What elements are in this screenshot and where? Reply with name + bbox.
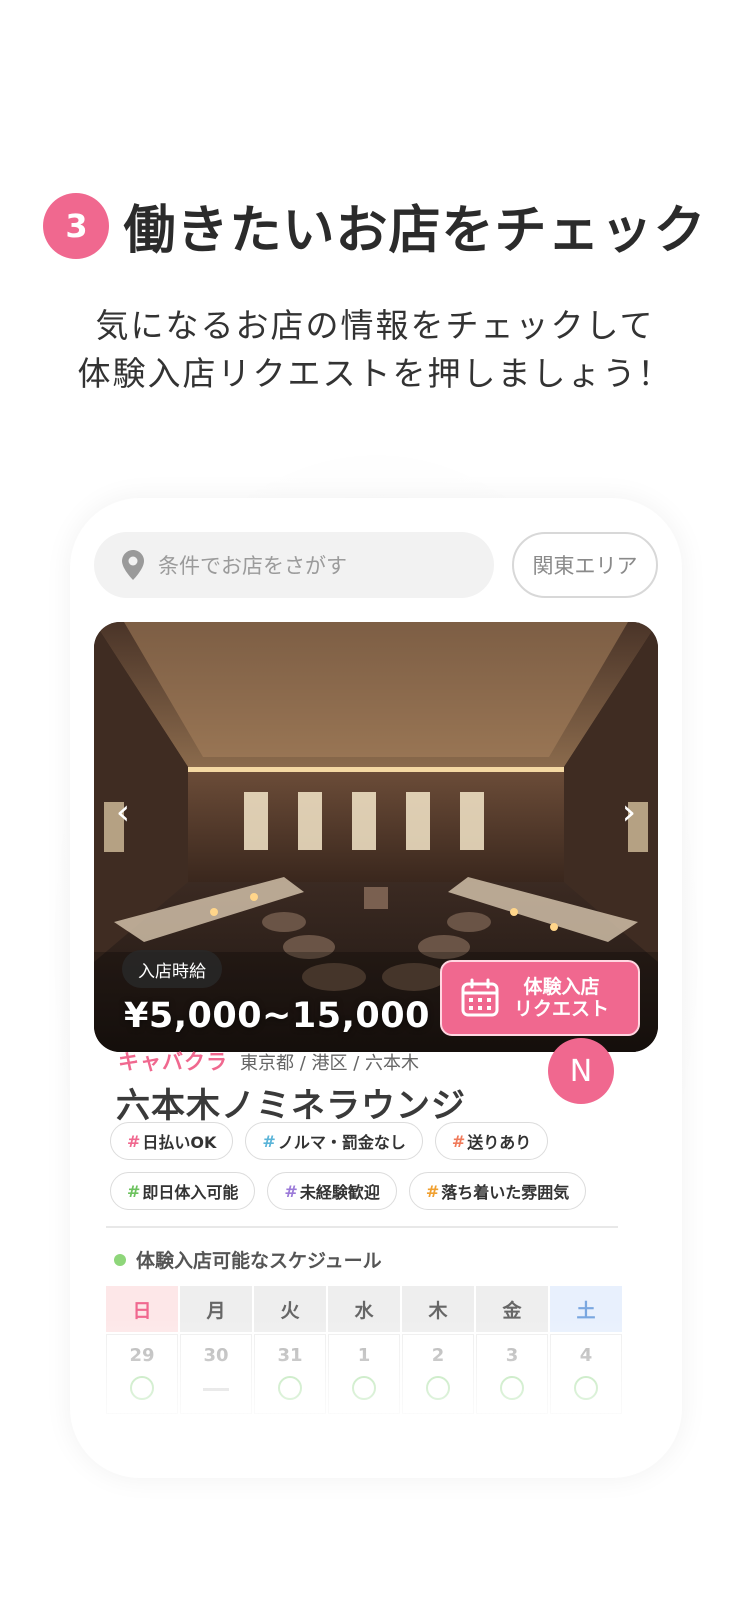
feature-tag[interactable]: # 落ち着いた雰囲気 (408, 1172, 587, 1210)
feature-tag[interactable]: # 即日体入可能 (110, 1172, 256, 1210)
trial-request-line-1: 体験入店 (523, 976, 600, 998)
feature-tag[interactable]: # 未経験歓迎 (267, 1172, 397, 1210)
trial-request-label: 体験入店 リクエスト (514, 976, 609, 1020)
shop-category: キャバクラ (118, 1050, 228, 1074)
hourly-wage-value: ¥5,000~15,000 (124, 996, 430, 1036)
shop-location: 東京都 / 港区 / 六本木 (240, 1053, 420, 1074)
subtitle: 気になるお店の情報をチェックして 体験入店リクエストを押しましょう！ (0, 302, 750, 398)
subtitle-line-2: 体験入店リクエストを押しましょう！ (77, 354, 673, 393)
search-placeholder: 条件でお店をさがす (158, 554, 347, 578)
tag-row-2: # 即日体入可能 # 未経験歓迎 # 落ち着いた雰囲気 (110, 1172, 650, 1210)
feature-tags: # 日払いOK # ノルマ・罰金なし # 送りあり # 即日体入可能 # 未経験歓迎 # 落… (110, 1122, 650, 1222)
subtitle-line-1: 気になるお店の情報をチェックして (95, 306, 655, 345)
heading-title: 働きたいお店をチェック (123, 201, 707, 261)
area-select-button[interactable]: 関東エリア (512, 532, 658, 598)
hourly-wage-label: 入店時給 (122, 950, 222, 988)
heading: 3 働きたいお店をチェック (0, 188, 750, 263)
phone-mockup: 条件でお店をさがす 関東エリア ‹ › 入店時給 ¥5,000~15,000 体… (70, 498, 682, 1478)
chevron-right-icon[interactable]: › (614, 792, 644, 833)
location-pin-icon (122, 550, 144, 580)
schedule-title: 体験入店可能なスケジュール (114, 1246, 382, 1273)
shop-meta: キャバクラ 東京都 / 港区 / 六本木 (118, 1046, 419, 1076)
shop-name: 六本木ノミネラウンジ (116, 1086, 466, 1126)
feature-tag[interactable]: # 日払いOK (110, 1122, 234, 1160)
feature-tag[interactable]: # 送りあり (434, 1122, 549, 1160)
divider (106, 1226, 618, 1228)
fade-overlay (70, 1318, 682, 1478)
trial-request-line-2: リクエスト (514, 998, 610, 1020)
chevron-left-icon[interactable]: ‹ (108, 792, 138, 833)
tag-row-1: # 日払いOK # ノルマ・罰金なし # 送りあり (110, 1122, 650, 1160)
step-badge: 3 (43, 192, 110, 259)
shop-avatar[interactable]: N (548, 1038, 614, 1104)
schedule-title-text: 体験入店可能なスケジュール (136, 1250, 382, 1272)
trial-request-button[interactable]: 体験入店 リクエスト (440, 960, 640, 1036)
search-input[interactable]: 条件でお店をさがす (94, 532, 494, 598)
calendar-icon (461, 978, 499, 1017)
status-dot-icon (114, 1253, 126, 1266)
feature-tag[interactable]: # ノルマ・罰金なし (245, 1122, 423, 1160)
shop-photo: ‹ › 入店時給 ¥5,000~15,000 体験入店 リクエスト (94, 622, 658, 1052)
